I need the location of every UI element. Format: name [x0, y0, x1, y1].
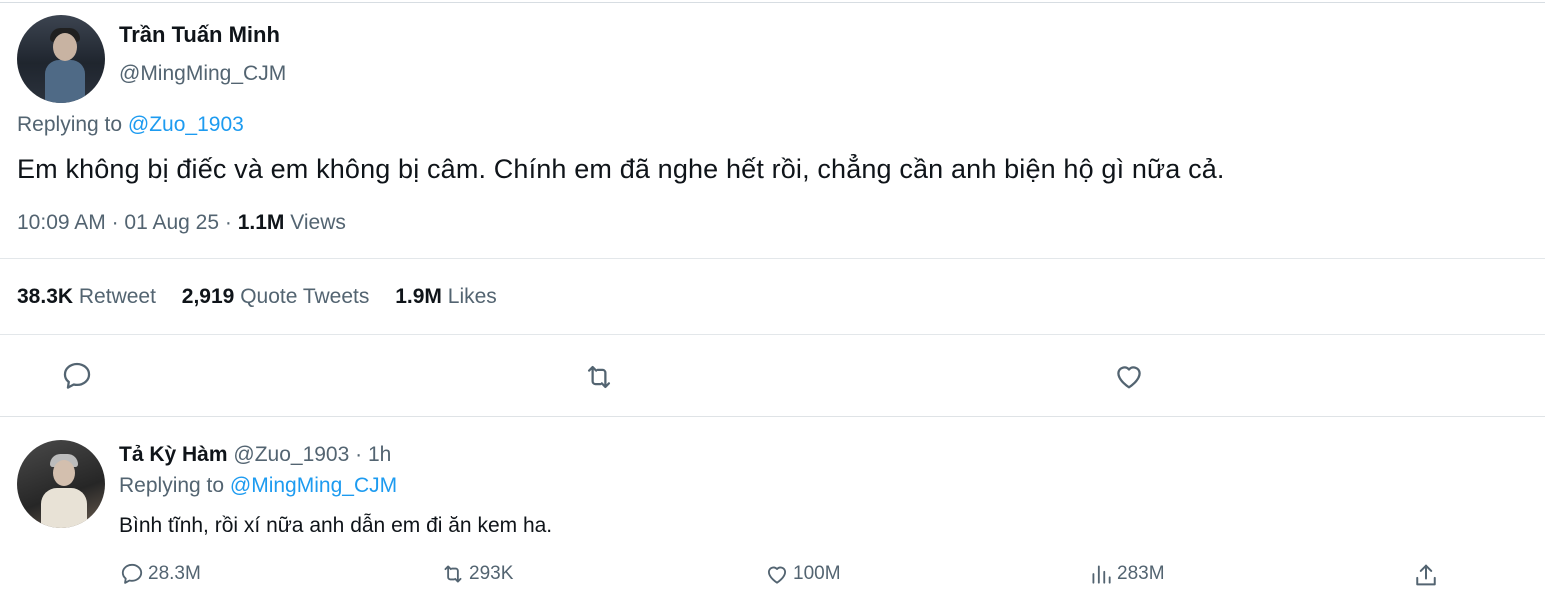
tweet-meta: 10:09 AM · 01 Aug 25 · 1.1M Views — [17, 211, 346, 235]
likes-label: Likes — [447, 285, 497, 308]
tweet-time[interactable]: 10:09 AM — [17, 211, 106, 234]
reply-retweet-button[interactable]: 293K — [440, 561, 513, 587]
views-count: 1.1M — [237, 211, 285, 234]
reply-icon — [121, 563, 143, 584]
reply-author-handle[interactable]: @Zuo_1903 — [233, 443, 349, 466]
views-count: 283M — [1117, 563, 1165, 584]
reply-replying-to: Replying to @MingMing_CJM — [119, 474, 397, 498]
retweets-count: 293K — [469, 563, 514, 584]
author-name[interactable]: Trần Tuấn Minh — [119, 22, 280, 48]
top-divider — [0, 2, 1545, 3]
reply-age[interactable]: 1h — [368, 443, 391, 466]
quote-label: Quote Tweets — [240, 285, 370, 308]
reply-text: Bình tĩnh, rồi xí nữa anh dẫn em đi ăn k… — [119, 514, 553, 537]
divider — [0, 258, 1545, 259]
like-icon[interactable] — [1112, 359, 1146, 393]
author-handle[interactable]: @MingMing_CJM — [119, 62, 286, 86]
meta-separator: · — [355, 443, 363, 466]
avatar[interactable] — [17, 15, 105, 103]
likes-stat[interactable]: 1.9M Likes — [395, 285, 497, 308]
retweet-count: 38.3K — [17, 285, 74, 308]
meta-separator: · — [111, 211, 119, 234]
quote-stat[interactable]: 2,919 Quote Tweets — [182, 285, 370, 308]
retweet-icon[interactable] — [582, 360, 616, 394]
share-icon[interactable] — [1412, 561, 1440, 589]
views-label: Views — [290, 211, 346, 234]
likes-count: 100M — [793, 563, 841, 584]
quote-count: 2,919 — [181, 285, 235, 308]
like-icon — [767, 566, 787, 584]
replying-handle-link[interactable]: @Zuo_1903 — [128, 113, 244, 136]
reply-header: Tả Kỳ Hàm @Zuo_1903 · 1h — [119, 443, 391, 467]
replying-label: Replying to — [17, 113, 123, 136]
views-icon — [1092, 565, 1111, 584]
retweet-icon — [444, 565, 462, 583]
reply-icon[interactable] — [60, 359, 94, 393]
likes-count: 1.9M — [395, 285, 442, 308]
reply-like-button[interactable]: 100M — [764, 561, 841, 587]
divider — [0, 416, 1545, 417]
replying-label: Replying to — [119, 474, 225, 497]
avatar[interactable] — [17, 440, 105, 528]
replies-count: 28.3M — [148, 563, 201, 584]
retweet-stat[interactable]: 38.3K Retweet — [17, 285, 156, 308]
replying-to: Replying to @Zuo_1903 — [17, 113, 244, 137]
retweet-label: Retweet — [78, 285, 156, 308]
reply-replies-button[interactable]: 28.3M — [119, 561, 201, 587]
tweet-stats: 38.3K Retweet 2,919 Quote Tweets 1.9M Li… — [17, 285, 497, 309]
reply-author-name[interactable]: Tả Kỳ Hàm — [119, 443, 228, 466]
replying-handle-link[interactable]: @MingMing_CJM — [230, 474, 397, 497]
reply-views-button[interactable]: 283M — [1088, 561, 1165, 587]
tweet-text: Em không bị điếc và em không bị câm. Chí… — [17, 154, 1225, 184]
tweet-date[interactable]: 01 Aug 25 — [124, 211, 219, 234]
meta-separator: · — [224, 211, 232, 234]
divider — [0, 334, 1545, 335]
